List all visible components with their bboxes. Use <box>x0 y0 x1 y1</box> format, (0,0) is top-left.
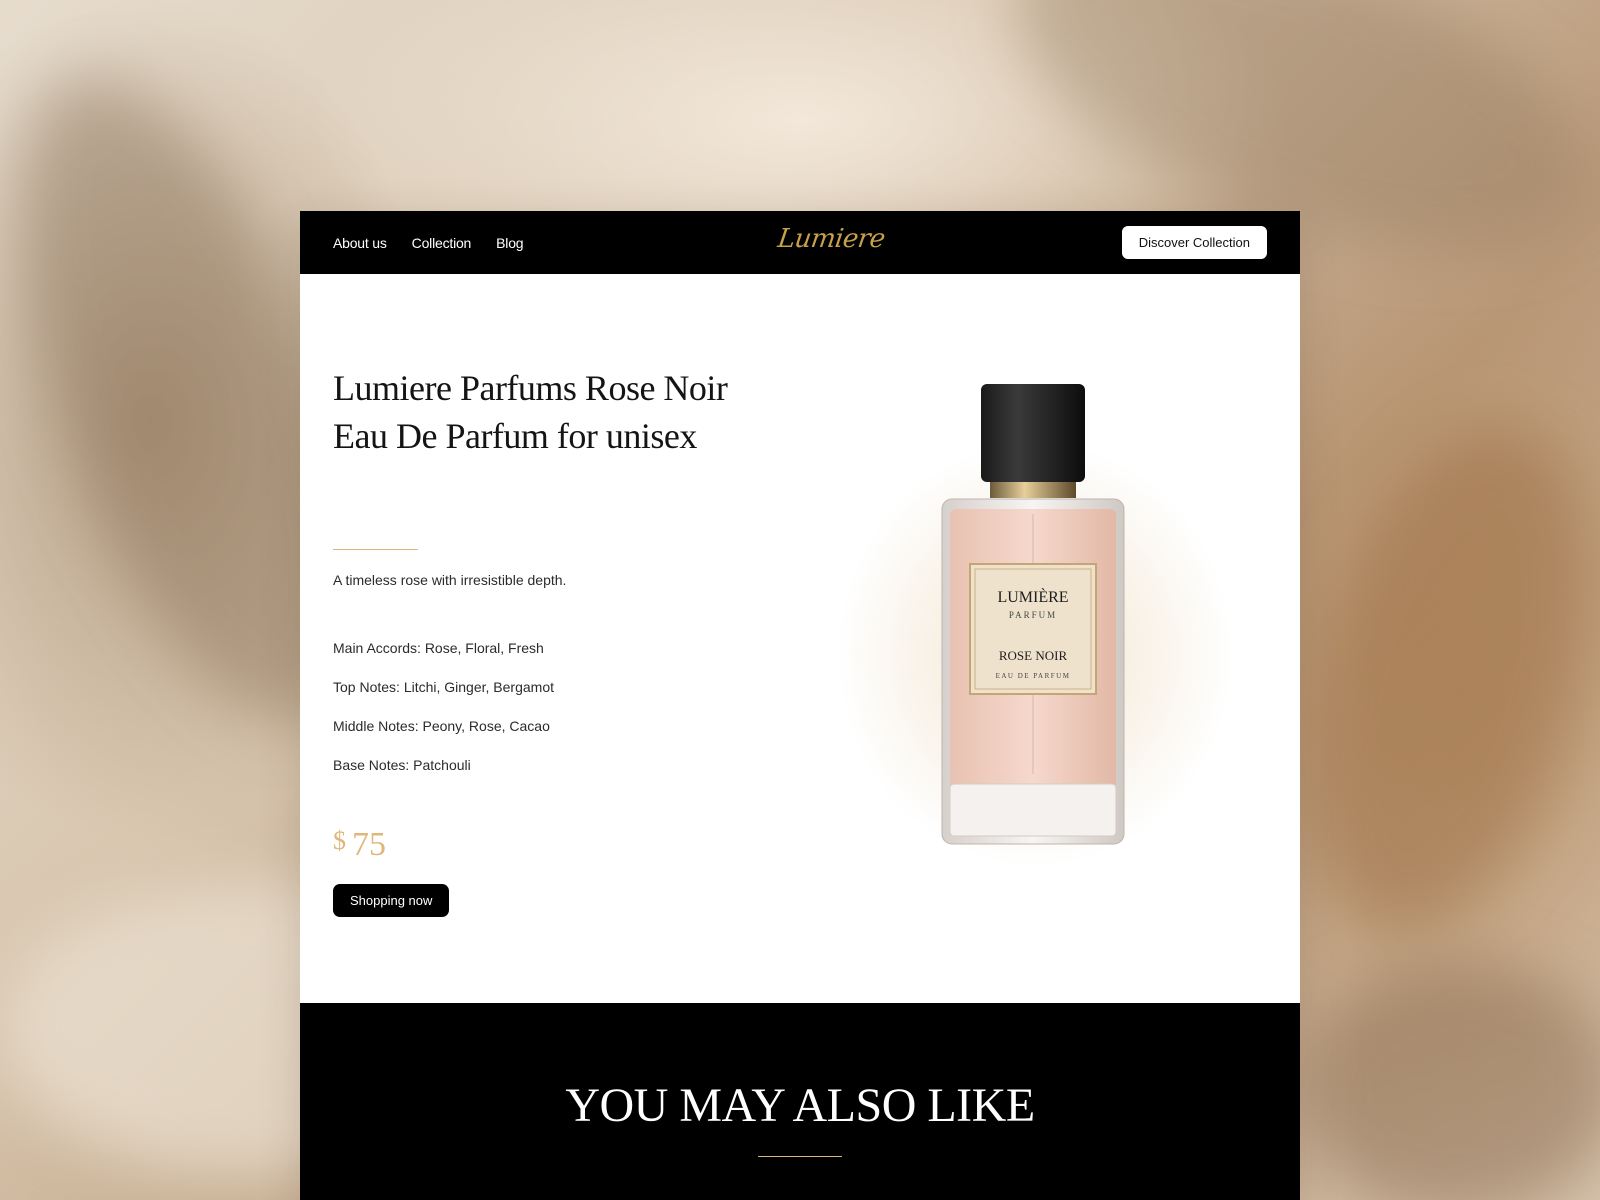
product-title: Lumiere Parfums Rose Noir Eau De Parfum … <box>333 368 728 456</box>
brand-logo[interactable]: Lumiere <box>776 224 887 254</box>
bottle-label-sub: PARFUM <box>1009 610 1057 620</box>
bottle-label-brand: LUMIÈRE <box>997 587 1068 606</box>
product-page: About us Collection Blog Lumiere Discove… <box>300 211 1300 1200</box>
notes-middle: Middle Notes: Peony, Rose, Cacao <box>333 718 550 734</box>
section-title: YOU MAY ALSO LIKE <box>565 1079 1035 1132</box>
nav-link-about-us[interactable]: About us <box>333 235 387 251</box>
product-tagline: A timeless rose with irresistible depth. <box>333 572 567 588</box>
top-nav: About us Collection Blog Lumiere Discove… <box>300 211 1300 274</box>
nav-links: About us Collection Blog <box>333 211 524 274</box>
price-currency: $ <box>333 826 346 855</box>
fragrance-notes: Main Accords: Rose, Floral, Fresh Top No… <box>333 640 554 796</box>
discover-collection-button[interactable]: Discover Collection <box>1121 226 1267 259</box>
title-divider <box>333 549 418 550</box>
product-image: LUMIÈRE PARFUM ROSE NOIR EAU DE PARFUM <box>840 384 1230 904</box>
product-price: $ 75 <box>333 826 386 864</box>
recommendations-section: YOU MAY ALSO LIKE <box>300 1003 1300 1200</box>
shopping-now-button[interactable]: Shopping now <box>333 884 450 917</box>
price-value: 75 <box>352 826 386 863</box>
product-hero: Lumiere Parfums Rose Noir Eau De Parfum … <box>300 274 1300 1003</box>
bottle-label-type: EAU DE PARFUM <box>996 672 1071 680</box>
notes-base: Base Notes: Patchouli <box>333 757 471 773</box>
section-divider <box>758 1156 842 1157</box>
notes-main-accords: Main Accords: Rose, Floral, Fresh <box>333 640 544 656</box>
nav-link-collection[interactable]: Collection <box>412 235 472 251</box>
nav-link-blog[interactable]: Blog <box>496 235 523 251</box>
bottle-label-name: ROSE NOIR <box>999 648 1068 663</box>
perfume-bottle-image: LUMIÈRE PARFUM ROSE NOIR EAU DE PARFUM <box>941 384 1125 845</box>
notes-top: Top Notes: Litchi, Ginger, Bergamot <box>333 679 554 695</box>
